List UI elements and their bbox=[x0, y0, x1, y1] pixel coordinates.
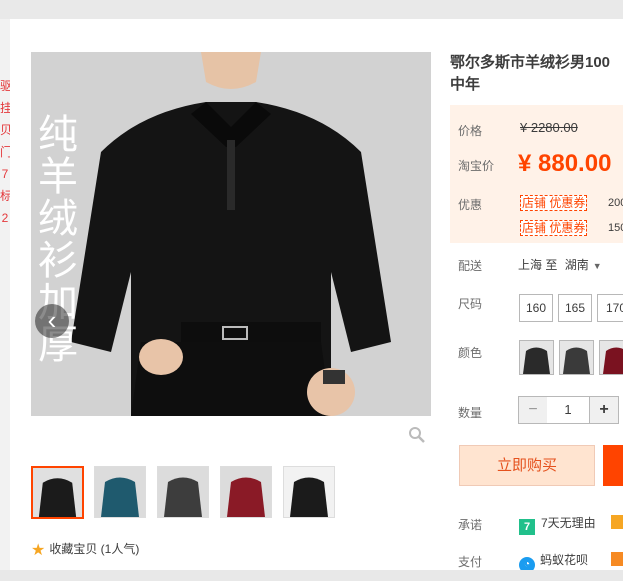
thumbnail-1[interactable] bbox=[31, 466, 84, 519]
thumbnail-3[interactable] bbox=[157, 466, 209, 518]
size-option-160[interactable]: 160 bbox=[519, 294, 553, 322]
quantity-input[interactable]: 1 bbox=[547, 396, 589, 424]
promise-label: 承诺 bbox=[458, 518, 483, 532]
price-panel: 价格 ¥ 2280.00 淘宝价 ¥ 880.00 优惠 店铺 优惠券 200 … bbox=[450, 105, 623, 243]
buy-now-button[interactable]: 立即购买 bbox=[459, 445, 595, 486]
payment-label: 支付 bbox=[458, 555, 483, 569]
thumbnail-5[interactable] bbox=[283, 466, 335, 518]
seven-day-text: 7天无理由 bbox=[541, 516, 596, 530]
taobao-price-label: 淘宝价 bbox=[458, 159, 495, 173]
huabei-text: 蚂蚁花呗 bbox=[540, 553, 589, 567]
color-label: 颜色 bbox=[458, 346, 483, 360]
size-option-170[interactable]: 170 bbox=[597, 294, 623, 322]
service-icon bbox=[611, 515, 623, 529]
thumbnail-2[interactable] bbox=[94, 466, 146, 518]
shipping-to: 湖南 bbox=[564, 258, 589, 272]
thumbnail-4[interactable] bbox=[220, 466, 272, 518]
product-quickview-modal: 纯羊绒衫加厚 ‹ ★ 收藏宝贝 (1人气) 鄂尔多斯市羊绒衫男100 中年 价格 … bbox=[10, 30, 623, 581]
background-fragment: 标 bbox=[0, 189, 10, 203]
background-fragment: 贝 bbox=[0, 123, 10, 137]
zoom-icon[interactable] bbox=[408, 426, 426, 444]
background-fragment: 挂 bbox=[0, 101, 10, 115]
quantity-label: 数量 bbox=[458, 406, 483, 420]
increase-quantity-button[interactable]: + bbox=[589, 396, 619, 424]
background-fragment: 2 bbox=[1, 211, 9, 225]
browser-bottom-bar bbox=[0, 570, 623, 581]
taobao-price: ¥ 880.00 bbox=[518, 150, 612, 177]
size-option-165[interactable]: 165 bbox=[558, 294, 592, 322]
background-fragment: 7 bbox=[1, 167, 9, 181]
color-swatch-3[interactable] bbox=[599, 340, 623, 375]
favorite-link[interactable]: ★ 收藏宝贝 (1人气) bbox=[31, 540, 139, 560]
background-page-strip: 驱 挂 贝 门 7 标 2 bbox=[0, 19, 10, 581]
product-title-line1: 鄂尔多斯市羊绒衫男100 bbox=[450, 54, 611, 71]
background-fragment: 门 bbox=[0, 145, 10, 159]
background-fragment: 驱 bbox=[0, 79, 10, 93]
add-to-cart-button[interactable] bbox=[603, 445, 623, 486]
shop-coupon-2[interactable]: 店铺 优惠券 bbox=[520, 220, 588, 236]
shop-coupon-1[interactable]: 店铺 优惠券 bbox=[520, 195, 588, 211]
color-swatch-1[interactable] bbox=[519, 340, 554, 375]
promotion-label: 优惠 bbox=[458, 198, 483, 212]
shipping-label: 配送 bbox=[458, 259, 483, 273]
decrease-quantity-button[interactable]: − bbox=[518, 396, 548, 424]
product-title-line2: 中年 bbox=[450, 76, 481, 93]
original-price: ¥ 2280.00 bbox=[520, 120, 578, 135]
chevron-down-icon: ▼ bbox=[592, 261, 602, 271]
seven-day-return[interactable]: 7 7天无理由 bbox=[519, 514, 596, 535]
previous-image-button[interactable]: ‹ bbox=[35, 304, 69, 338]
product-photo bbox=[31, 52, 431, 416]
browser-top-bar bbox=[0, 0, 623, 19]
favorite-text: 收藏宝贝 (1人气) bbox=[49, 542, 140, 556]
coupon-amount-2: 150 bbox=[608, 222, 623, 234]
seven-day-icon: 7 bbox=[519, 519, 535, 535]
shipping-from: 上海 至 bbox=[518, 258, 558, 272]
card-icon bbox=[611, 552, 623, 566]
product-title: 鄂尔多斯市羊绒衫男100 中年 bbox=[450, 52, 623, 96]
size-label: 尺码 bbox=[458, 297, 483, 311]
coupon-amount-1: 200 bbox=[608, 197, 623, 209]
original-price-label: 价格 bbox=[458, 124, 483, 138]
shipping-selector[interactable]: 上海 至 湖南 ▼ bbox=[518, 256, 602, 273]
color-swatch-2[interactable] bbox=[559, 340, 594, 375]
product-main-image[interactable]: 纯羊绒衫加厚 ‹ bbox=[31, 52, 431, 416]
star-icon: ★ bbox=[31, 542, 46, 559]
